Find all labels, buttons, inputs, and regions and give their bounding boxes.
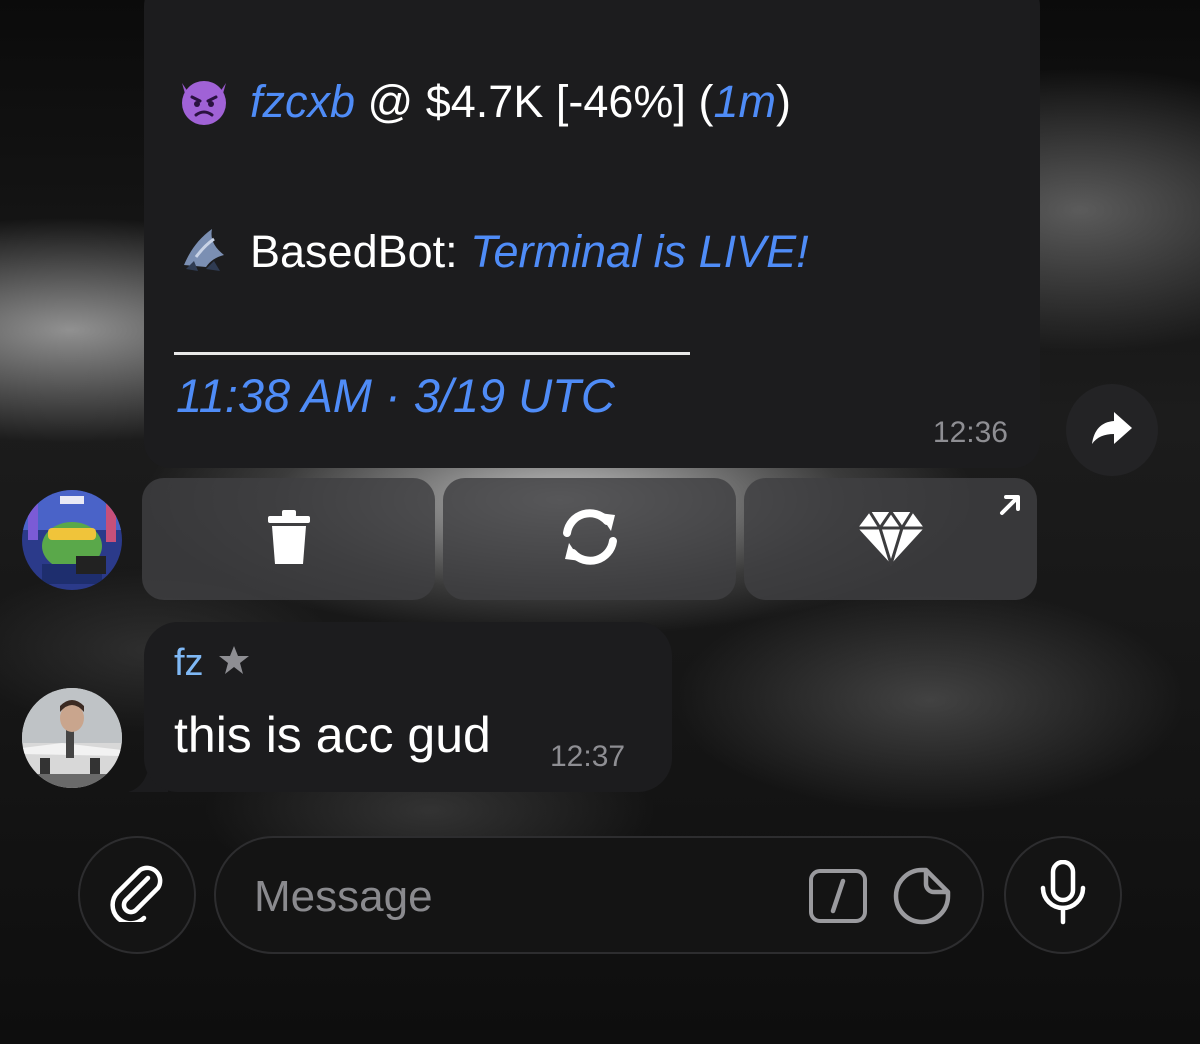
paperclip-icon [108,864,166,927]
age-paren-close: ) [775,76,791,127]
age-paren-open: ( [698,76,714,127]
message-timestamp: 12:37 [550,740,626,773]
message-input[interactable] [252,868,776,926]
sender-name-label: fz [174,642,204,684]
external-link-arrow-icon [997,492,1023,523]
price-change: [-46%] [555,76,686,127]
basedbot-line: BasedBot: Terminal is LIVE! [176,222,809,283]
token-price: $4.7K [425,76,544,127]
microphone-icon [1038,859,1088,931]
user-avatar[interactable] [22,688,122,788]
token-alert-line: fzcxb @ $4.7K [-46%] (1m) [176,72,791,133]
alert-datetime-link[interactable]: 11:38 AM · 3/19 UTC [176,366,615,426]
sticker-icon[interactable] [892,866,952,931]
diamond-icon [856,508,926,571]
refresh-icon [557,505,623,574]
token-age-link[interactable]: 1m [713,76,776,127]
bot-avatar[interactable] [22,490,122,590]
message-divider [174,352,690,355]
delete-button[interactable] [142,478,435,600]
devil-face-icon [176,71,232,127]
slash-command-icon[interactable] [808,868,868,929]
share-arrow-icon [1090,408,1134,453]
token-name-link[interactable]: fzcxb [250,76,355,127]
bot-message-bubble: fzcxb @ $4.7K [-46%] (1m) BasedBot: Term… [144,0,1040,468]
sender-name[interactable]: fz [174,642,250,685]
basedbot-logo-icon [176,221,232,277]
message-composer[interactable] [214,836,984,954]
refresh-button[interactable] [443,478,736,600]
microphone-button[interactable] [1004,836,1122,954]
star-icon [218,642,250,685]
attach-button[interactable] [78,836,196,954]
premium-button[interactable] [744,478,1037,600]
user-message-bubble: fz this is acc gud 12:37 [144,622,672,792]
share-button[interactable] [1066,384,1158,476]
message-timestamp: 12:36 [932,416,1008,449]
trash-icon [266,508,312,571]
at-sign: @ [367,76,414,127]
terminal-live-link[interactable]: Terminal is LIVE! [470,226,808,277]
basedbot-label: BasedBot: [250,226,458,277]
message-text: this is acc gud [174,707,491,763]
